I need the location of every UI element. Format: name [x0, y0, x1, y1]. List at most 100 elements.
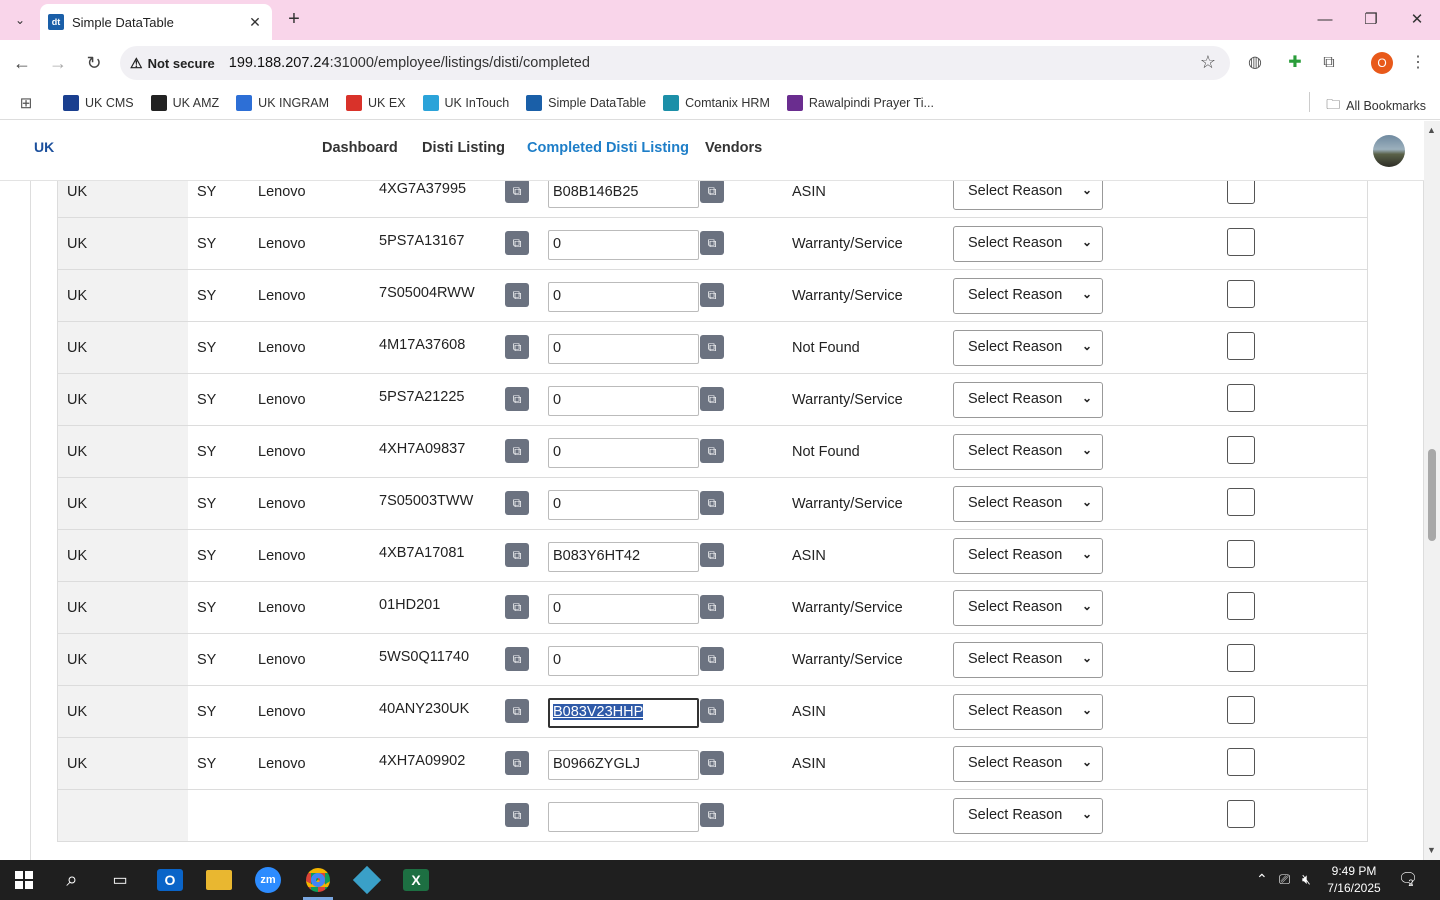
copy-sku-icon[interactable]: ⧉ [505, 491, 529, 515]
nav-link-disti-listing[interactable]: Disti Listing [422, 140, 505, 156]
nav-link-vendors[interactable]: Vendors [705, 140, 762, 156]
chrome-icon[interactable] [304, 866, 332, 894]
copy-sku-icon[interactable]: ⧉ [505, 595, 529, 619]
apps-grid-icon[interactable]: ⊞ [0, 94, 52, 112]
minimize-icon[interactable]: — [1302, 8, 1348, 32]
copy-sku-icon[interactable]: ⧉ [505, 803, 529, 827]
system-clock[interactable]: 9:49 PM 7/16/2025 [1316, 863, 1392, 897]
close-tab-icon[interactable]: ✕ [246, 14, 264, 31]
copy-asin-icon[interactable]: ⧉ [700, 595, 724, 619]
nav-link-completed-disti-listing[interactable]: Completed Disti Listing [527, 140, 689, 156]
uk-logo-icon[interactable]: UK [34, 139, 58, 163]
bookmark-item[interactable]: UK InTouch [422, 94, 509, 111]
volume-muted-icon[interactable]: 🔇︎ [1302, 871, 1311, 888]
asin-input[interactable]: 0 [548, 230, 699, 260]
row-checkbox[interactable] [1227, 228, 1255, 256]
tray-expand-icon[interactable]: ⌃ [1256, 871, 1268, 888]
reason-select[interactable]: Select Reason ⌄ [953, 278, 1103, 314]
scrollbar-thumb[interactable] [1428, 449, 1436, 541]
copy-asin-icon[interactable]: ⧉ [700, 751, 724, 775]
reason-select[interactable]: Select Reason ⌄ [953, 590, 1103, 626]
copy-sku-icon[interactable]: ⧉ [505, 387, 529, 411]
reason-select[interactable]: Select Reason ⌄ [953, 642, 1103, 678]
copy-asin-icon[interactable]: ⧉ [700, 699, 724, 723]
copy-sku-icon[interactable]: ⧉ [505, 543, 529, 567]
zoom-icon[interactable]: zm [254, 866, 282, 894]
reason-select[interactable]: Select Reason ⌄ [953, 330, 1103, 366]
row-checkbox[interactable] [1227, 280, 1255, 308]
asin-input[interactable]: 0 [548, 438, 699, 468]
asin-input[interactable]: 0 [548, 386, 699, 416]
all-bookmarks[interactable]: 🗀 All Bookmarks [1326, 94, 1426, 118]
browser-menu-icon[interactable]: ⋮ [1407, 52, 1429, 74]
bookmark-item[interactable]: UK INGRAM [236, 94, 329, 111]
row-checkbox[interactable] [1227, 696, 1255, 724]
file-explorer-icon[interactable] [205, 866, 233, 894]
copy-asin-icon[interactable]: ⧉ [700, 283, 724, 307]
user-avatar[interactable] [1373, 135, 1405, 167]
row-checkbox[interactable] [1227, 748, 1255, 776]
bookmark-item[interactable]: Rawalpindi Prayer Ti... [786, 94, 934, 111]
back-icon[interactable]: ← [9, 50, 35, 76]
nav-link-dashboard[interactable]: Dashboard [322, 140, 398, 156]
extension-plus-icon[interactable]: ✚ [1284, 52, 1306, 74]
copy-sku-icon[interactable]: ⧉ [505, 647, 529, 671]
excel-icon[interactable]: X [402, 866, 430, 894]
reason-select[interactable]: Select Reason ⌄ [953, 486, 1103, 522]
asin-input[interactable]: B0966ZYGLJ [548, 750, 699, 780]
asin-input[interactable]: B083V23HHP [548, 698, 699, 728]
copy-sku-icon[interactable]: ⧉ [505, 439, 529, 463]
reason-select[interactable]: Select Reason ⌄ [953, 694, 1103, 730]
forward-icon[interactable]: → [45, 50, 71, 76]
row-checkbox[interactable] [1227, 384, 1255, 412]
extensions-puzzle-icon[interactable]: ⧉ [1318, 52, 1340, 74]
copy-sku-icon[interactable]: ⧉ [505, 283, 529, 307]
copy-asin-icon[interactable]: ⧉ [700, 231, 724, 255]
row-checkbox[interactable] [1227, 644, 1255, 672]
copy-sku-icon[interactable]: ⧉ [505, 335, 529, 359]
reason-select[interactable]: Select Reason ⌄ [953, 382, 1103, 418]
reason-select[interactable]: Select Reason ⌄ [953, 538, 1103, 574]
row-checkbox[interactable] [1227, 436, 1255, 464]
bookmark-item[interactable]: UK CMS [63, 94, 134, 111]
bookmark-item[interactable]: UK EX [346, 94, 406, 111]
asin-input[interactable]: B08B146B25 [548, 178, 699, 208]
tab-search-icon[interactable]: ⌄ [6, 8, 34, 32]
asin-input[interactable]: 0 [548, 282, 699, 312]
asin-input[interactable]: 0 [548, 646, 699, 676]
copy-asin-icon[interactable]: ⧉ [700, 803, 724, 827]
scroll-up-icon[interactable]: ▲ [1427, 125, 1436, 135]
row-checkbox[interactable] [1227, 488, 1255, 516]
row-checkbox[interactable] [1227, 540, 1255, 568]
bookmark-item[interactable]: Simple DataTable [526, 94, 646, 111]
profile-avatar[interactable]: O [1371, 52, 1393, 74]
bookmark-item[interactable]: Comtanix HRM [663, 94, 770, 111]
asin-input[interactable]: 0 [548, 334, 699, 364]
new-tab-icon[interactable]: + [282, 8, 306, 32]
outlook-icon[interactable]: O [156, 866, 184, 894]
browser-tab[interactable]: dt Simple DataTable ✕ [40, 4, 272, 40]
reason-select[interactable]: Select Reason ⌄ [953, 746, 1103, 782]
asin-input[interactable]: B083Y6HT42 [548, 542, 699, 572]
asin-input[interactable]: 0 [548, 594, 699, 624]
notifications-icon[interactable]: 🗨︎2 [1398, 869, 1423, 889]
security-indicator[interactable]: ⚠ Not secure [130, 55, 215, 72]
search-icon[interactable]: ⌕ [58, 866, 86, 894]
asin-input[interactable]: 0 [548, 490, 699, 520]
copy-asin-icon[interactable]: ⧉ [700, 647, 724, 671]
copy-asin-icon[interactable]: ⧉ [700, 439, 724, 463]
address-bar[interactable]: ⚠ Not secure 199.188.207.24:31000/employ… [120, 46, 1230, 80]
reason-select[interactable]: Select Reason ⌄ [953, 226, 1103, 262]
network-icon[interactable]: ⎚ [1279, 871, 1290, 888]
copy-asin-icon[interactable]: ⧉ [700, 387, 724, 411]
scroll-down-icon[interactable]: ▼ [1427, 845, 1436, 855]
globe-extension-icon[interactable]: ◍ [1244, 52, 1266, 74]
asin-input[interactable] [548, 802, 699, 832]
copy-sku-icon[interactable]: ⧉ [505, 751, 529, 775]
url-text[interactable]: 199.188.207.24:31000/employee/listings/d… [229, 55, 590, 71]
row-checkbox[interactable] [1227, 592, 1255, 620]
bookmark-item[interactable]: UK AMZ [150, 94, 219, 111]
reason-select[interactable]: Select Reason ⌄ [953, 434, 1103, 470]
task-view-icon[interactable]: ▭ [106, 866, 134, 894]
copy-asin-icon[interactable]: ⧉ [700, 335, 724, 359]
